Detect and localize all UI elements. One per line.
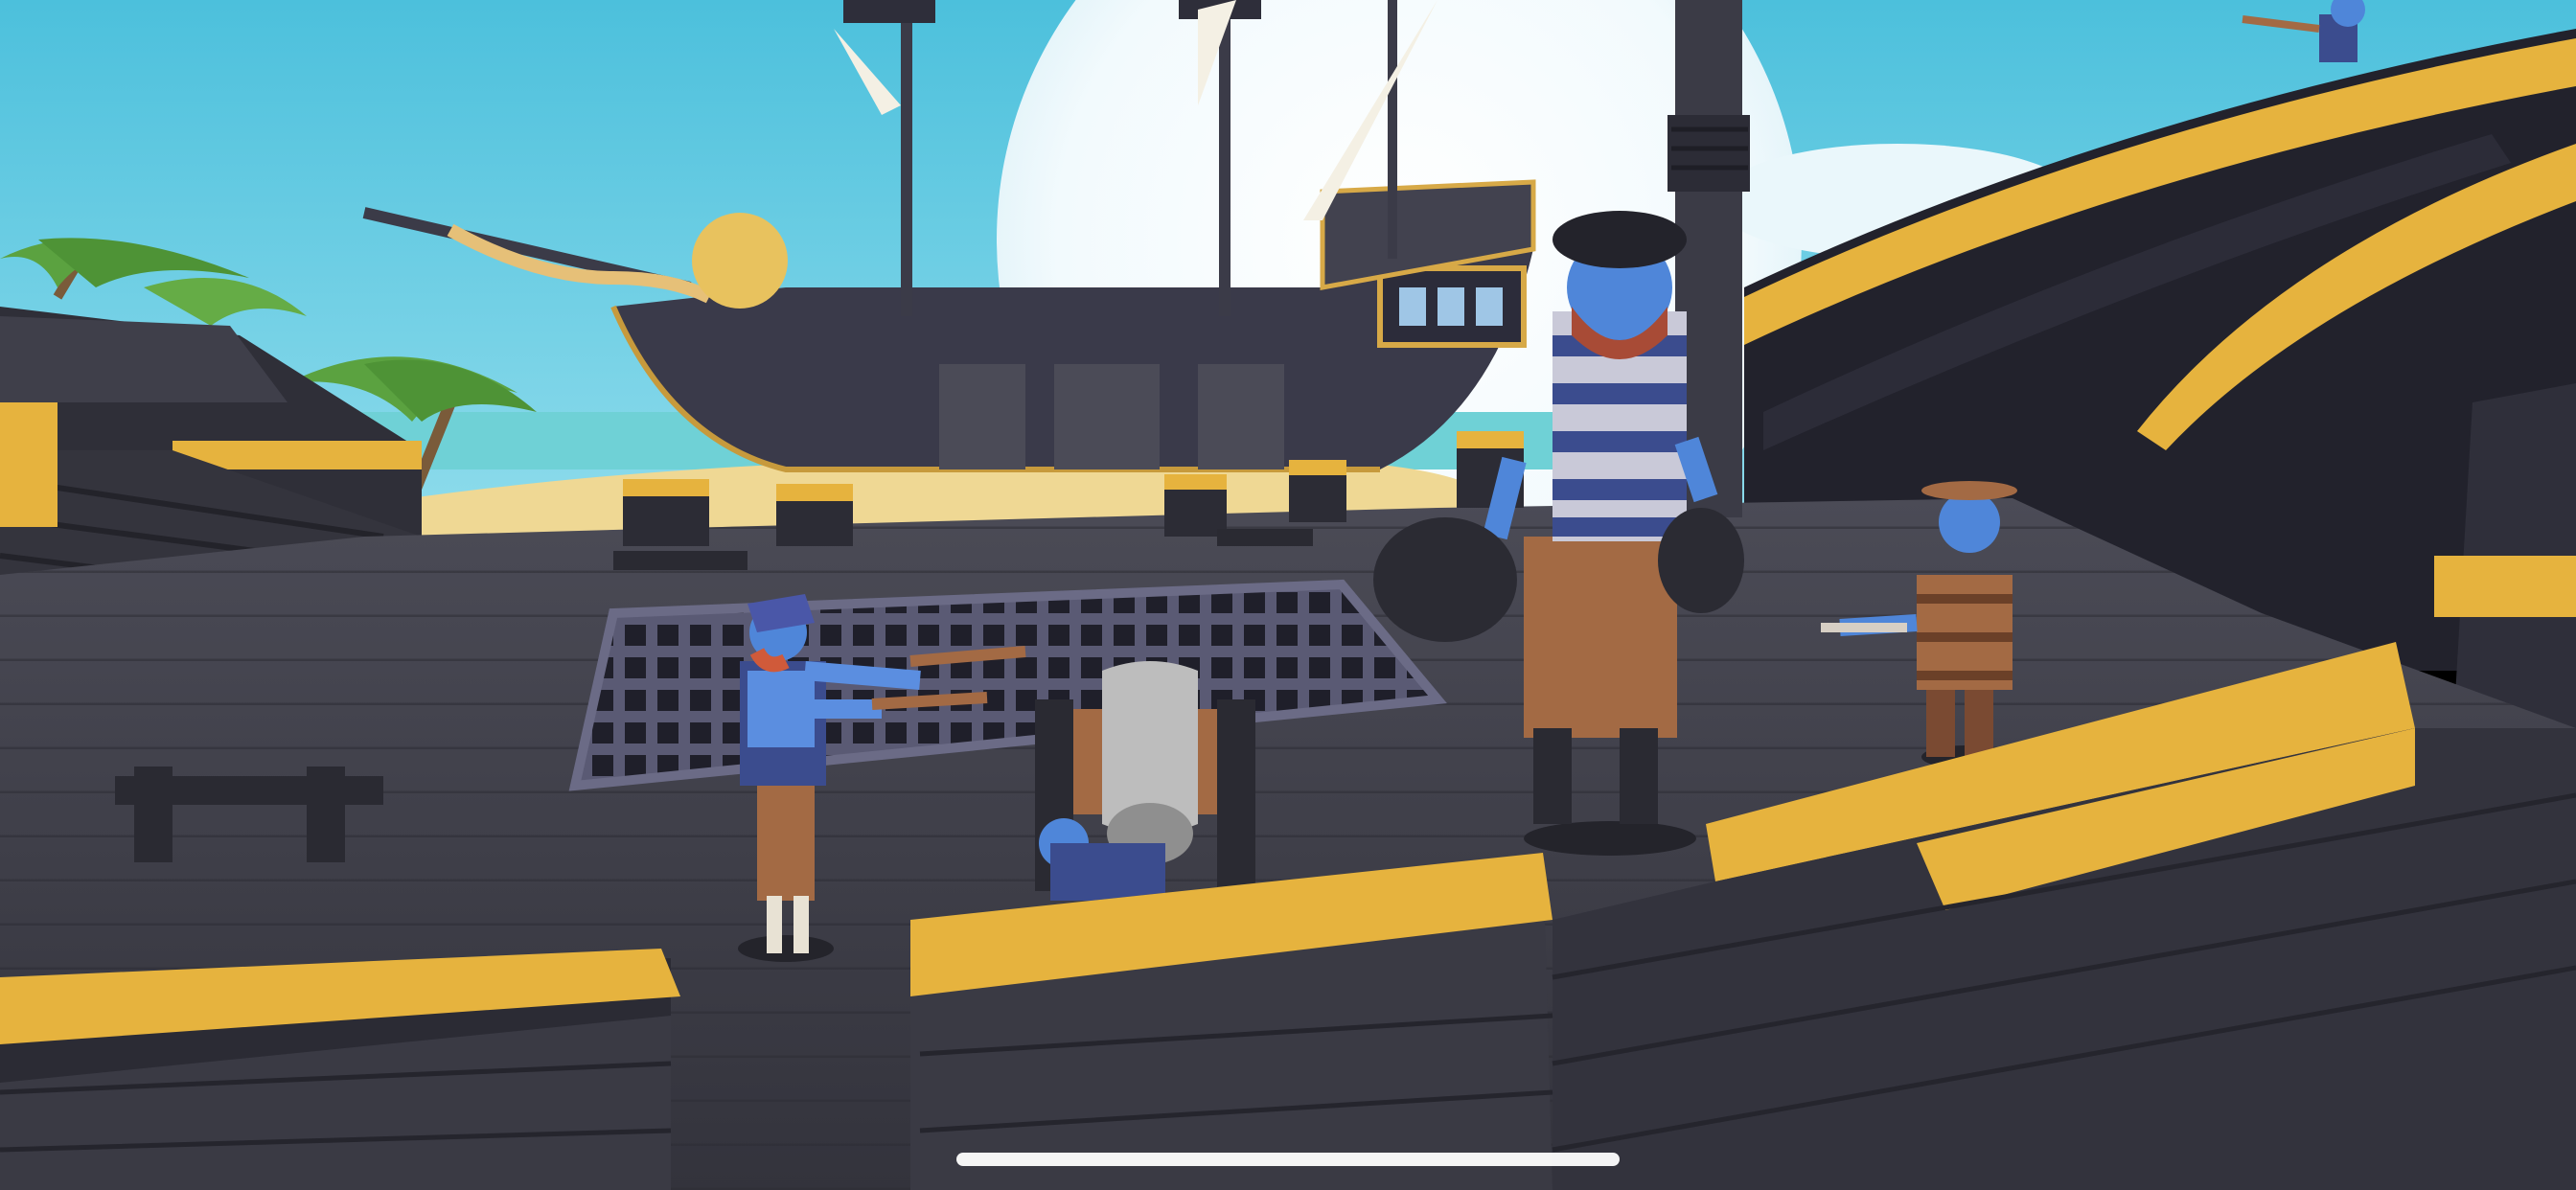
pirate-ship-battlefield[interactable] xyxy=(0,0,2576,1190)
home-indicator-bar[interactable] xyxy=(956,1153,1620,1166)
game-scene[interactable] xyxy=(0,0,2576,1190)
